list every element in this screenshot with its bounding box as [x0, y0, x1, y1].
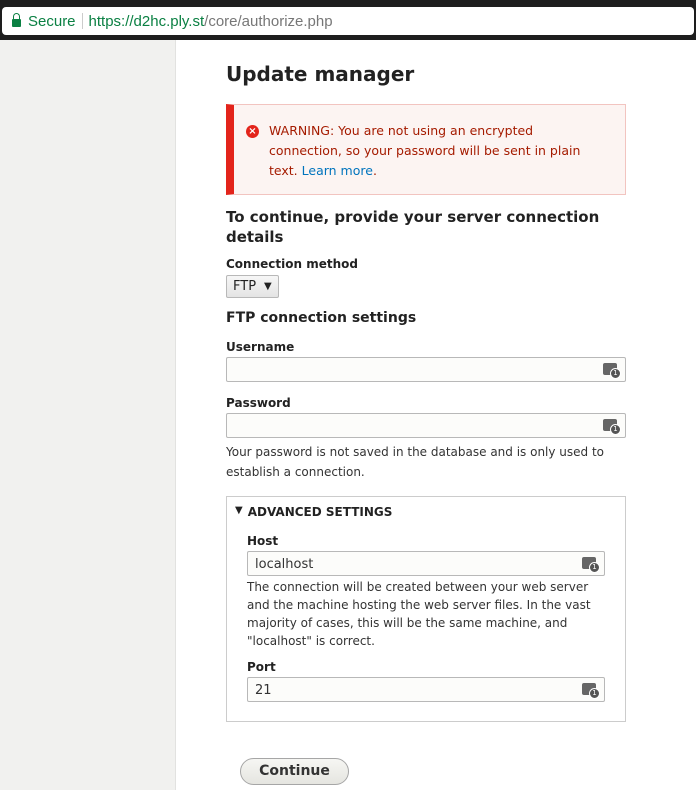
secure-label: Secure: [28, 12, 76, 30]
password-manager-icon[interactable]: [603, 419, 621, 435]
error-icon: ×: [246, 125, 259, 138]
select-value: FTP: [233, 279, 257, 294]
password-manager-icon[interactable]: [603, 363, 621, 379]
host-input[interactable]: localhost: [247, 551, 605, 576]
password-description: Your password is not saved in the databa…: [226, 445, 605, 479]
triangle-down-icon: ▼: [235, 505, 243, 516]
password-label: Password: [226, 396, 291, 410]
ftp-heading: FTP connection settings: [226, 310, 417, 326]
password-input[interactable]: [226, 413, 626, 438]
username-label: Username: [226, 340, 295, 354]
url-host: https://d2hc.ply.st: [88, 12, 205, 30]
warning-period: .: [372, 163, 377, 178]
port-value: 21: [255, 683, 272, 698]
section-heading: To continue, provide your server connect…: [226, 208, 600, 246]
sidebar: [0, 40, 176, 790]
password-manager-icon[interactable]: [582, 683, 600, 699]
chevron-down-icon: ▼: [264, 281, 272, 292]
address-bar[interactable]: Secure https://d2hc.ply.st/core/authoriz…: [2, 7, 694, 35]
browser-toolbar: Secure https://d2hc.ply.st/core/authoriz…: [0, 0, 696, 40]
advanced-title: ADVANCED SETTINGS: [247, 505, 393, 519]
port-input[interactable]: 21: [247, 677, 605, 702]
main-content: Update manager × WARNING: You are not us…: [226, 40, 626, 722]
advanced-settings-toggle[interactable]: ▼ ADVANCED SETTINGS: [235, 505, 605, 519]
warning-message: × WARNING: You are not using an encrypte…: [226, 104, 626, 195]
host-label: Host: [247, 534, 279, 548]
learn-more-link[interactable]: Learn more: [302, 163, 373, 178]
host-value: localhost: [255, 557, 314, 572]
host-description: The connection will be created between y…: [247, 580, 591, 648]
url-path: /core/authorize.php: [204, 12, 333, 30]
password-manager-icon[interactable]: [582, 557, 600, 573]
divider: [81, 13, 83, 29]
port-label: Port: [247, 660, 276, 674]
continue-button[interactable]: Continue: [240, 758, 349, 785]
lock-icon: [12, 12, 21, 27]
connection-method-label: Connection method: [226, 257, 358, 271]
username-input[interactable]: [226, 357, 626, 382]
connection-method-select[interactable]: FTP ▼: [226, 275, 279, 298]
page-title: Update manager: [226, 62, 415, 86]
advanced-settings: ▼ ADVANCED SETTINGS Host localhost The co…: [226, 496, 626, 722]
